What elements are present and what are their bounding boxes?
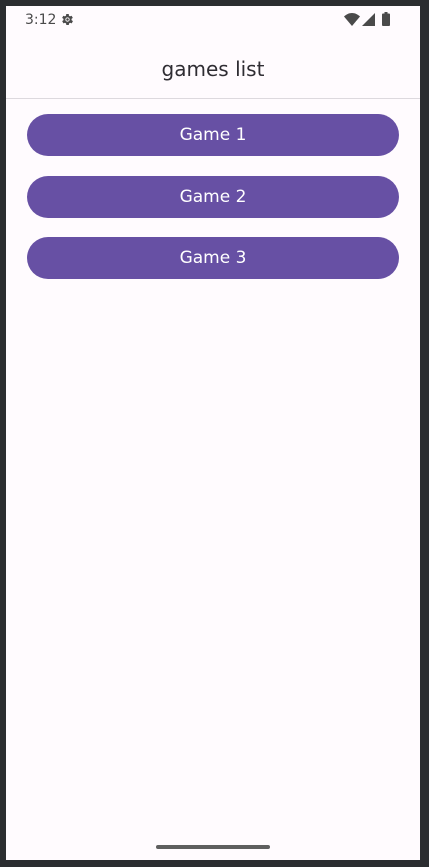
wifi-icon [344, 13, 360, 26]
status-bar: 3:12 [6, 6, 420, 34]
battery-icon [382, 12, 390, 26]
status-time: 3:12 [25, 12, 57, 28]
game-list: Game 1 Game 2 Game 3 [27, 114, 399, 299]
signal-icon [362, 13, 375, 26]
settings-icon [62, 14, 73, 25]
phone-screen: 3:12 games list Game 1 Game 2 Game 3 [6, 6, 420, 860]
game-3-button[interactable]: Game 3 [27, 237, 399, 279]
game-2-button[interactable]: Game 2 [27, 175, 399, 218]
game-1-button[interactable]: Game 1 [27, 114, 399, 156]
home-indicator[interactable] [156, 845, 270, 849]
page-title: games list [161, 57, 265, 81]
app-bar: games list [6, 34, 420, 99]
